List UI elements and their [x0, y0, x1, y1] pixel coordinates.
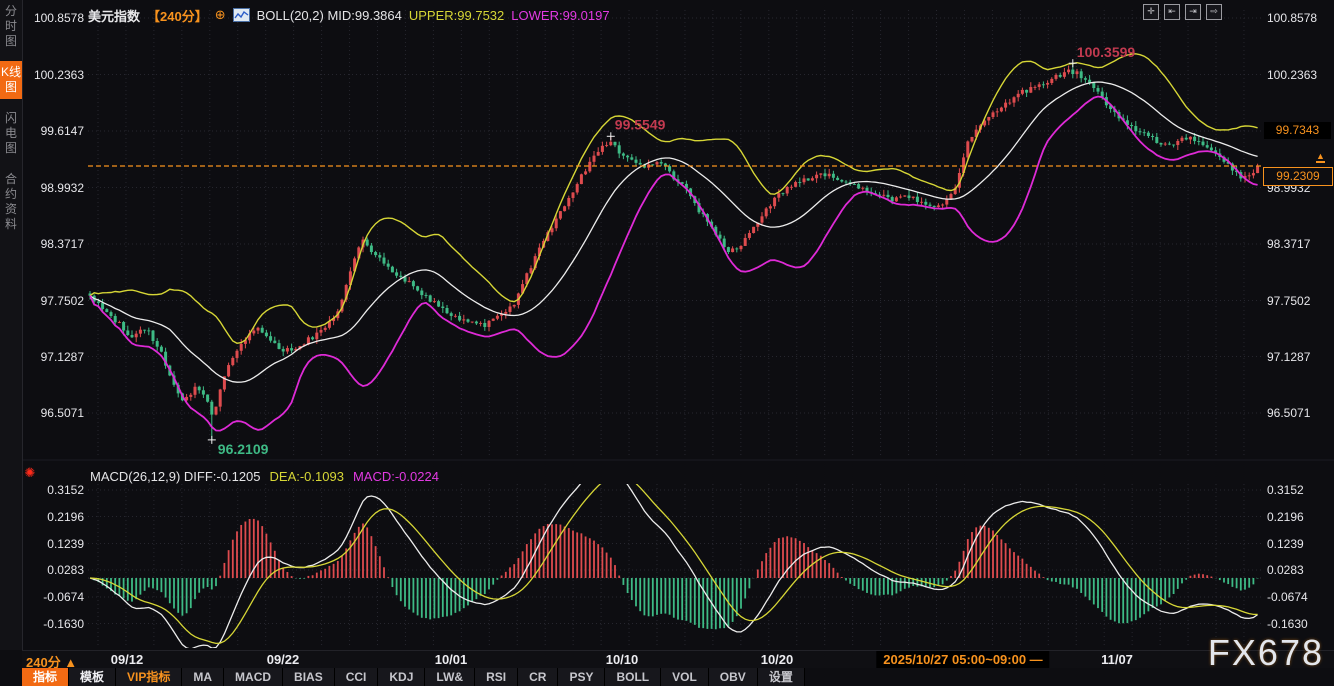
indicator-settings-icon[interactable]: ✺: [23, 466, 37, 480]
toolbar-btn-CR[interactable]: CR: [518, 668, 558, 686]
last-price-tag: 99.2309: [1263, 167, 1333, 186]
collapse-right-icon[interactable]: ⇨: [1206, 4, 1222, 20]
boll-upper-value: UPPER:99.7532: [409, 8, 504, 23]
price-marker-icon: ▲: [1316, 152, 1325, 163]
macd-bar-value: MACD:-0.0224: [353, 469, 439, 484]
date-tick: 11/07: [1101, 652, 1133, 667]
period-label[interactable]: 【240分】: [147, 6, 208, 25]
toolbar-btn-VIP指标[interactable]: VIP指标: [116, 668, 182, 686]
window-tools: ✛ ⇤ ⇥ ⇨: [1143, 4, 1222, 20]
toolbar-btn-指标[interactable]: 指标: [22, 668, 69, 686]
macd-diff-value: MACD(26,12,9) DIFF:-0.1205: [90, 469, 261, 484]
toolbar-btn-RSI[interactable]: RSI: [475, 668, 518, 686]
toolbar-btn-BIAS[interactable]: BIAS: [283, 668, 335, 686]
date-tick: 10/10: [606, 652, 639, 667]
upper-band-price-tag: 99.7343: [1264, 122, 1331, 139]
sidebar-item-2[interactable]: 闪电图: [0, 107, 22, 160]
toolbar-btn-PSY[interactable]: PSY: [558, 668, 605, 686]
boll-lower-value: LOWER:99.0197: [511, 8, 609, 23]
scale-right-icon[interactable]: ⇥: [1185, 4, 1201, 20]
main-chart[interactable]: 96.2109 99.5549 100.3599: [0, 0, 1334, 686]
date-tick: 10/01: [435, 652, 468, 667]
chart-type-sidebar: 分时图 K线图闪电图合约资料: [0, 0, 23, 650]
scale-left-icon[interactable]: ⇤: [1164, 4, 1180, 20]
toolbar-btn-VOL[interactable]: VOL: [661, 668, 709, 686]
date-tick: 09/22: [267, 652, 300, 667]
watermark: FX678: [1208, 632, 1324, 674]
macd-header: MACD(26,12,9) DIFF:-0.1205 DEA:-0.1093 M…: [90, 469, 439, 484]
indicator-toolbar: 指标模板VIP指标MAMACDBIASCCIKDJLW&RSICRPSYBOLL…: [22, 668, 1334, 686]
boll-mid-value: BOLL(20,2) MID:99.3864: [257, 8, 402, 23]
svg-text:100.3599: 100.3599: [1077, 44, 1136, 60]
selected-candle-time: 2025/10/27 05:00~09:00 —: [876, 651, 1049, 668]
date-tick: 09/12: [111, 652, 144, 667]
toolbar-btn-OBV[interactable]: OBV: [709, 668, 758, 686]
app-window: 分时图 K线图闪电图合约资料 96.2109 99.5549 100.3599 美元指…: [0, 0, 1334, 686]
toolbar-btn-LW&[interactable]: LW&: [425, 668, 475, 686]
svg-text:96.2109: 96.2109: [218, 441, 269, 457]
svg-text:99.5549: 99.5549: [615, 116, 666, 132]
date-tick: 10/20: [761, 652, 794, 667]
toolbar-btn-MACD[interactable]: MACD: [224, 668, 283, 686]
toolbar-btn-MA[interactable]: MA: [182, 668, 224, 686]
sidebar-item-0[interactable]: 分时图: [0, 0, 22, 53]
pan-icon[interactable]: ✛: [1143, 4, 1159, 20]
symbol-name: 美元指数: [88, 6, 140, 25]
macd-dea-value: DEA:-0.1093: [270, 469, 344, 484]
toolbar-btn-KDJ[interactable]: KDJ: [378, 668, 425, 686]
toolbar-btn-设置[interactable]: 设置: [758, 668, 805, 686]
xaxis-row: 240分 ▲ 2025/10/27 05:00~09:00 — 09/1209/…: [22, 650, 1334, 669]
toolbar-btn-模板[interactable]: 模板: [69, 668, 116, 686]
mini-chart-icon[interactable]: [233, 8, 250, 22]
circle-plus-icon[interactable]: ⊕: [215, 7, 226, 23]
toolbar-btn-CCI[interactable]: CCI: [335, 668, 379, 686]
sidebar-item-3[interactable]: 合约资料: [0, 168, 22, 236]
toolbar-btn-BOLL[interactable]: BOLL: [605, 668, 661, 686]
chart-header: 美元指数 【240分】 ⊕ BOLL(20,2) MID:99.3864 UPP…: [88, 6, 610, 24]
sidebar-item-1[interactable]: K线图: [0, 61, 22, 99]
